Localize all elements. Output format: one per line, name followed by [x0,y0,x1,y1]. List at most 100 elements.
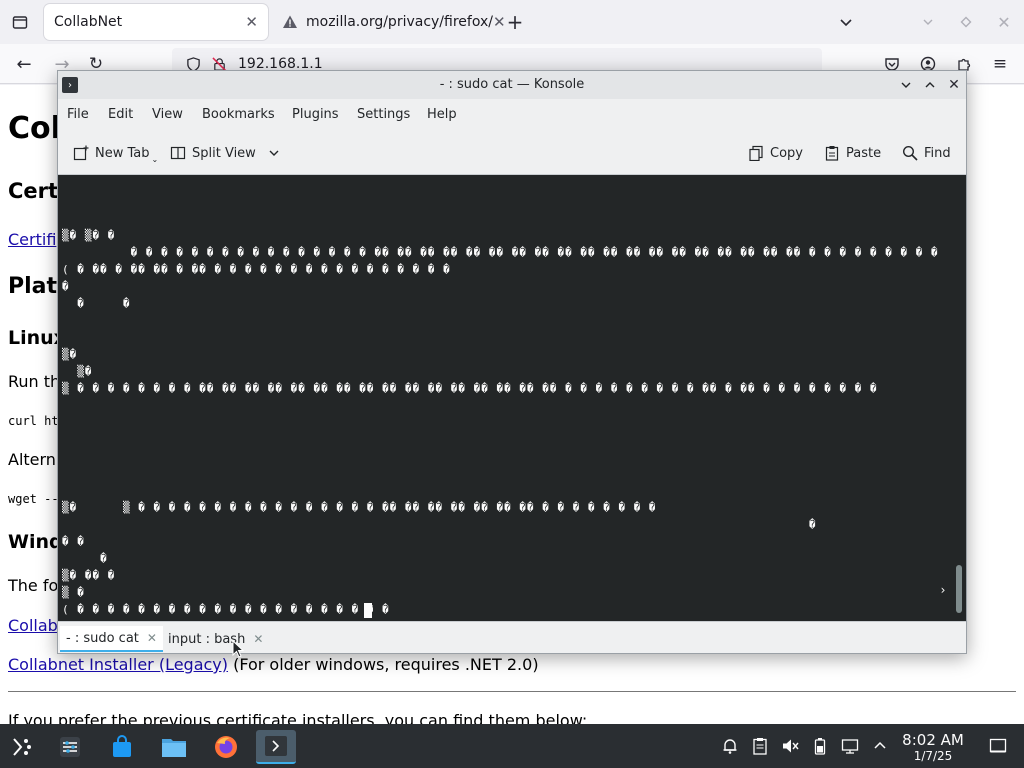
terminal-line: ▒� ▒� � [62,229,116,242]
windows-intro-text: The fo [8,576,59,595]
curl-command: curl ht [8,414,59,428]
terminal-line: ▒ � [62,586,85,599]
minimize-icon[interactable] [898,77,914,93]
copy-button[interactable]: Copy [748,141,803,165]
copy-label: Copy [770,145,803,161]
menu-help[interactable]: Help [427,107,457,122]
close-tab-icon[interactable]: ✕ [245,13,258,31]
application-launcher-button[interactable] [2,730,42,764]
browser-tab-collabnet[interactable]: CollabNet ✕ [44,4,268,40]
close-tab-icon[interactable]: ✕ [147,631,157,645]
terminal-line: � � [62,535,85,548]
terminal-output[interactable]: ▒� ▒� � � � � � � � � � � � � � � � � � … [58,175,966,621]
split-view-icon [170,145,186,161]
shopping-bag-icon [110,735,134,759]
copy-icon [748,145,764,161]
konsole-window: › - : sudo cat — Konsole ✕ File Edit Vie… [57,70,967,654]
clipboard-icon[interactable] [750,736,770,756]
terminal-line: ▒� [62,348,78,361]
battery-icon[interactable] [810,736,830,756]
search-icon [902,145,918,161]
split-view-label: Split View [192,145,256,161]
konsole-tab-bar: - : sudo cat ✕ input : bash ✕ [58,621,966,653]
menu-plugins[interactable]: Plugins [292,107,339,122]
new-tab-label: New Tab [95,145,150,161]
system-settings-button[interactable] [50,730,90,764]
discover-store-button[interactable] [102,730,142,764]
terminal-line: � � [62,297,131,310]
find-button[interactable]: Find [902,141,951,165]
firefox-button[interactable] [206,730,246,764]
notifications-icon[interactable] [720,736,740,756]
platforms-heading: Plat [8,274,58,299]
file-manager-button[interactable] [154,730,194,764]
page-title: Col [8,111,61,146]
menu-file[interactable]: File [67,107,89,122]
tab-title: CollabNet [54,14,123,30]
konsole-tab-sudo-cat[interactable]: - : sudo cat ✕ [60,626,163,652]
network-icon[interactable] [840,736,860,756]
run-instructions-text: Run th [8,372,61,391]
collabnet-installer-legacy-link[interactable]: Collabnet Installer (Legacy) [8,655,228,674]
terminal-scrollbar[interactable] [956,565,962,613]
menu-bookmarks[interactable]: Bookmarks [202,107,275,122]
konsole-tab-input-bash[interactable]: input : bash ✕ [162,626,269,652]
terminal-line: ( � � � � � � � � � � � � � � � � � � � … [62,603,390,616]
maximize-icon[interactable] [922,77,938,93]
back-icon[interactable]: ← [14,54,34,75]
tab-label: - : sudo cat [66,630,139,646]
settings-sliders-icon [59,736,81,758]
taskbar: 8:02 AM 1/7/25 [0,724,1024,768]
maximize-window-icon[interactable] [956,12,976,32]
tab-title: mozilla.org/privacy/firefox/ [306,14,493,30]
clock[interactable]: 8:02 AM 1/7/25 [896,731,970,763]
new-tab-button[interactable]: New Tab ⌄ [73,141,158,165]
chevron-right-icon[interactable]: › [936,583,950,597]
terminal-cursor [364,603,372,618]
terminal-line: � [62,552,108,565]
konsole-title-bar[interactable]: › - : sudo cat — Konsole ✕ [58,71,966,99]
certificates-heading: Cert [8,179,59,203]
volume-muted-icon[interactable] [780,736,800,756]
window-title: - : sudo cat — Konsole [439,77,585,92]
menu-edit[interactable]: Edit [108,107,133,122]
legacy-installer-note: (For older windows, requires .NET 2.0) [228,655,539,674]
new-tab-icon [73,145,89,161]
menu-view[interactable]: View [152,107,183,122]
minimize-window-icon[interactable] [918,12,938,32]
browser-tab-mozilla[interactable]: mozilla.org/privacy/firefox/ ✕ [272,4,506,40]
browser-tab-strip: CollabNet ✕ mozilla.org/privacy/firefox/… [0,0,1024,44]
konsole-toolbar: New Tab ⌄ Split View Copy Paste Find [58,131,966,175]
close-icon[interactable]: ✕ [946,77,962,93]
paste-label: Paste [846,145,882,161]
menu-hamburger-icon[interactable]: ≡ [990,54,1010,74]
close-window-icon[interactable]: ✕ [994,12,1014,32]
chevron-down-icon [268,147,280,159]
find-label: Find [924,145,951,161]
wget-command: wget -- [8,492,59,506]
terminal-icon [264,734,288,758]
show-desktop-icon[interactable] [988,736,1008,756]
paste-icon [824,145,840,161]
split-view-button[interactable]: Split View [170,141,280,165]
collabnet-installer-link[interactable]: Collab [8,616,58,635]
new-tab-icon[interactable]: + [504,10,526,34]
paste-button[interactable]: Paste [824,141,881,165]
certificate-link[interactable]: Certifi [8,230,56,249]
chevron-down-icon[interactable] [836,12,856,32]
terminal-line: ▒� ▒ � � � � � � � � � � � � � � � � �� … [62,501,657,514]
close-tab-icon[interactable]: ✕ [253,632,263,646]
chevron-up-icon[interactable] [870,736,890,756]
list-all-tabs-icon[interactable] [10,12,30,32]
terminal-line: � [62,280,70,293]
windows-heading: Wind [8,531,63,553]
terminal-line: ▒� [62,365,93,378]
konsole-menu-bar: File Edit View Bookmarks Plugins Setting… [58,99,966,131]
menu-settings[interactable]: Settings [357,107,410,122]
konsole-taskbar-button[interactable] [256,730,296,764]
clock-date: 1/7/25 [913,749,953,763]
firefox-icon [213,734,239,760]
dropdown-arrow-icon: ⌄ [151,154,159,164]
warning-icon [282,14,298,30]
folder-icon [161,736,187,758]
